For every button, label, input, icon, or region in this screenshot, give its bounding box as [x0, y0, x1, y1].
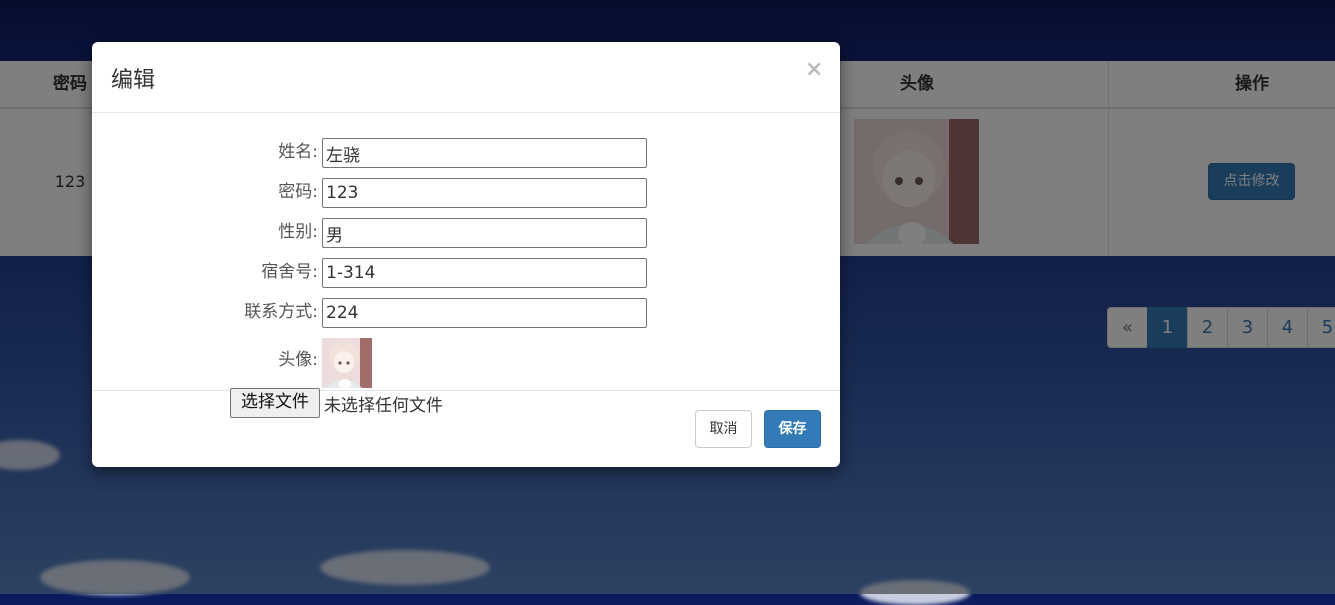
- name-input[interactable]: [322, 138, 647, 168]
- contact-input[interactable]: [322, 298, 647, 328]
- save-button[interactable]: 保存: [764, 410, 821, 448]
- form-row-name: 姓名:: [92, 138, 840, 168]
- cancel-button[interactable]: 取消: [695, 410, 752, 448]
- avatar-preview-image: [322, 338, 372, 388]
- avatar-label: 头像:: [278, 350, 318, 370]
- password-label: 密码:: [278, 182, 318, 202]
- choose-file-button[interactable]: 选择文件: [230, 388, 320, 418]
- form-row-dorm: 宿舍号:: [92, 258, 840, 288]
- form-row-contact: 联系方式:: [92, 298, 840, 328]
- modal-title: 编辑: [111, 68, 156, 93]
- gender-label: 性别:: [278, 222, 318, 242]
- form-row-avatar: 头像:: [92, 346, 840, 376]
- contact-label: 联系方式:: [244, 302, 318, 322]
- close-icon[interactable]: ×: [805, 57, 823, 82]
- modal-header: 编辑 ×: [92, 42, 840, 113]
- name-label: 姓名:: [278, 142, 318, 162]
- gender-input[interactable]: [322, 218, 647, 248]
- form-row-gender: 性别:: [92, 218, 840, 248]
- edit-modal: 编辑 × 姓名: 密码: 性别: 宿舍号: 联系方式: 头像: 选择文件 未选择…: [92, 42, 840, 467]
- file-status-text: 未选择任何文件: [324, 396, 443, 416]
- dorm-label: 宿舍号:: [261, 262, 318, 282]
- form-row-password: 密码:: [92, 178, 840, 208]
- dorm-input[interactable]: [322, 258, 647, 288]
- password-input[interactable]: [322, 178, 647, 208]
